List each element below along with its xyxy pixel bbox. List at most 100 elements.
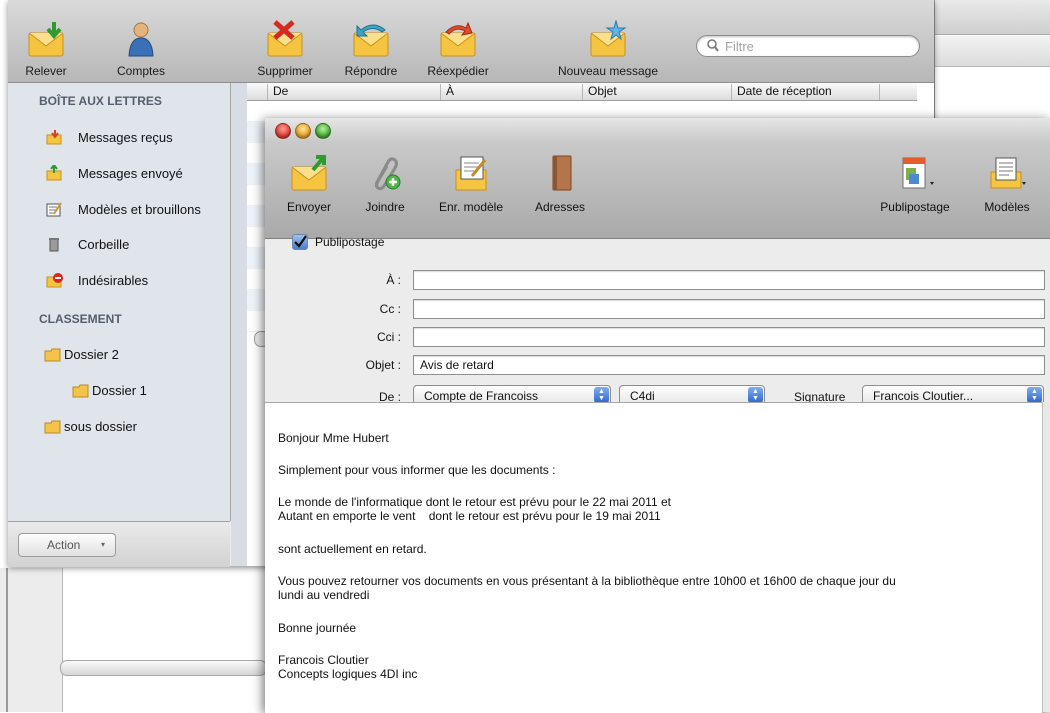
column-header-to[interactable]: À <box>440 84 576 100</box>
body-line: Vous pouvez retourner vos documents en v… <box>278 574 896 588</box>
mail-merge-checkbox[interactable] <box>292 234 308 250</box>
send-button[interactable]: Envoyer <box>279 154 339 214</box>
folder-icon <box>44 348 61 362</box>
select-arrows-icon: ▲ ▼ <box>594 387 609 403</box>
sent-icon <box>46 165 62 181</box>
subject-input[interactable] <box>414 356 1040 374</box>
body-line: Le monde de l'informatique dont le retou… <box>278 495 671 509</box>
compose-toolbar: Envoyer Joindre Enr. modèle Adresses Pub… <box>265 143 1050 239</box>
templates-label: Modèles <box>984 200 1030 214</box>
body-line: Autant en emporte le vent dont le retour… <box>278 509 661 523</box>
accounts-button[interactable]: Comptes <box>108 20 174 78</box>
background-window-titlebar <box>935 0 1050 35</box>
sidebar-folder-label: Dossier 2 <box>64 347 119 362</box>
delete-icon <box>267 20 303 57</box>
body-line: Francois Cloutier <box>278 653 369 667</box>
minimize-window-button[interactable] <box>295 123 311 139</box>
search-input[interactable] <box>723 37 907 56</box>
compose-window: Envoyer Joindre Enr. modèle Adresses Pub… <box>265 118 1050 713</box>
to-label: À : <box>386 273 401 287</box>
mailbox-sidebar: BOÎTE AUX LETTRES Messages reçus Message… <box>8 83 231 521</box>
checkmark-icon <box>294 235 307 248</box>
select-arrows-icon: ▲ ▼ <box>748 387 763 403</box>
body-vertical-scrollbar[interactable] <box>1042 402 1050 712</box>
column-header-date[interactable]: Date de réception <box>731 84 877 100</box>
cc-field[interactable] <box>413 299 1045 319</box>
delete-label: Supprimer <box>257 64 313 78</box>
addresses-button[interactable]: Adresses <box>527 154 593 214</box>
folder-icon <box>44 420 61 434</box>
address-book-icon <box>552 155 572 191</box>
mail-merge-button[interactable]: Publipostage <box>867 154 963 214</box>
sidebar-folder-label: sous dossier <box>64 419 137 434</box>
forward-icon <box>440 21 476 57</box>
sidebar-folder-dossier-2[interactable]: Dossier 2 <box>44 345 224 365</box>
junk-icon <box>46 273 63 288</box>
get-mail-label: Relever <box>25 64 67 78</box>
templates-icon <box>990 157 1026 189</box>
paperclip-icon <box>374 157 401 191</box>
bcc-field[interactable] <box>413 327 1045 347</box>
search-field[interactable] <box>696 35 920 57</box>
message-body-editor[interactable]: Bonjour Mme Hubert Simplement pour vous … <box>265 402 1042 713</box>
get-mail-button[interactable]: Relever <box>18 20 74 78</box>
background-horizontal-scrollbar[interactable] <box>60 660 267 676</box>
cc-input[interactable] <box>414 300 1040 318</box>
drafts-icon <box>46 202 62 217</box>
body-line: Bonjour Mme Hubert <box>278 431 389 445</box>
reply-button[interactable]: Répondre <box>338 20 404 78</box>
message-list-header: De À Objet Date de réception <box>247 83 917 101</box>
save-template-button[interactable]: Enr. modèle <box>429 154 513 214</box>
sidebar-folder-sous-dossier[interactable]: sous dossier <box>44 417 224 437</box>
body-line: Bonne journée <box>278 621 357 635</box>
forward-label: Réexpédier <box>427 64 489 78</box>
new-message-icon <box>590 20 627 57</box>
save-template-icon <box>455 156 487 191</box>
background-window-edge <box>6 568 8 712</box>
sidebar-item-sent[interactable]: Messages envoyé <box>46 164 226 184</box>
column-header-subject[interactable]: Objet <box>582 84 718 100</box>
accounts-label: Comptes <box>116 64 166 78</box>
accounts-icon <box>128 22 154 57</box>
attach-button[interactable]: Joindre <box>357 154 413 214</box>
sidebar-item-trash[interactable]: Corbeille <box>46 235 226 255</box>
sidebar-item-junk[interactable]: Indésirables <box>46 271 226 291</box>
bcc-input[interactable] <box>414 328 1040 346</box>
mail-merge-label: Publipostage <box>880 200 950 214</box>
subject-field[interactable] <box>413 355 1045 375</box>
sidebar-folder-dossier-1[interactable]: Dossier 1 <box>72 381 222 401</box>
sidebar-folder-label: Dossier 1 <box>92 383 147 398</box>
forward-button[interactable]: Réexpédier <box>422 20 494 78</box>
body-line: Simplement pour vous informer que les do… <box>278 463 556 477</box>
compose-titlebar <box>265 118 1050 143</box>
delete-button[interactable]: Supprimer <box>252 20 318 78</box>
folder-icon <box>72 384 89 398</box>
sidebar-item-label: Modèles et brouillons <box>78 202 201 217</box>
zoom-window-button[interactable] <box>315 123 331 139</box>
addresses-label: Adresses <box>534 200 586 214</box>
trash-icon <box>49 238 59 252</box>
reply-icon <box>353 24 389 57</box>
column-header-extra <box>879 84 905 100</box>
mailbox-section-header: BOÎTE AUX LETTRES <box>39 94 162 108</box>
body-line: Concepts logiques 4DI inc <box>278 667 418 681</box>
new-message-button[interactable]: Nouveau message <box>548 20 668 78</box>
templates-button[interactable]: Modèles <box>975 154 1039 214</box>
select-arrows-icon: ▲ ▼ <box>1027 387 1042 403</box>
message-list-gutter <box>231 83 247 566</box>
signature-value: Francois Cloutier... <box>873 389 974 403</box>
background-window-toolbar <box>935 36 1050 67</box>
mail-toolbar: Relever Comptes Supprimer Répondre Réexp… <box>8 0 934 83</box>
close-window-button[interactable] <box>275 123 291 139</box>
action-button[interactable]: Action ▾ <box>18 533 116 557</box>
search-icon <box>707 39 719 52</box>
sidebar-item-inbox[interactable]: Messages reçus <box>46 128 226 148</box>
inbox-icon <box>46 130 62 145</box>
sidebar-item-drafts[interactable]: Modèles et brouillons <box>46 200 228 220</box>
to-field[interactable] <box>413 270 1045 290</box>
to-input[interactable] <box>414 271 1040 289</box>
save-template-label: Enr. modèle <box>438 200 504 214</box>
chevron-down-icon: ▾ <box>101 540 106 549</box>
column-header-from[interactable]: De <box>267 84 403 100</box>
folders-section-header: CLASSEMENT <box>39 312 122 326</box>
